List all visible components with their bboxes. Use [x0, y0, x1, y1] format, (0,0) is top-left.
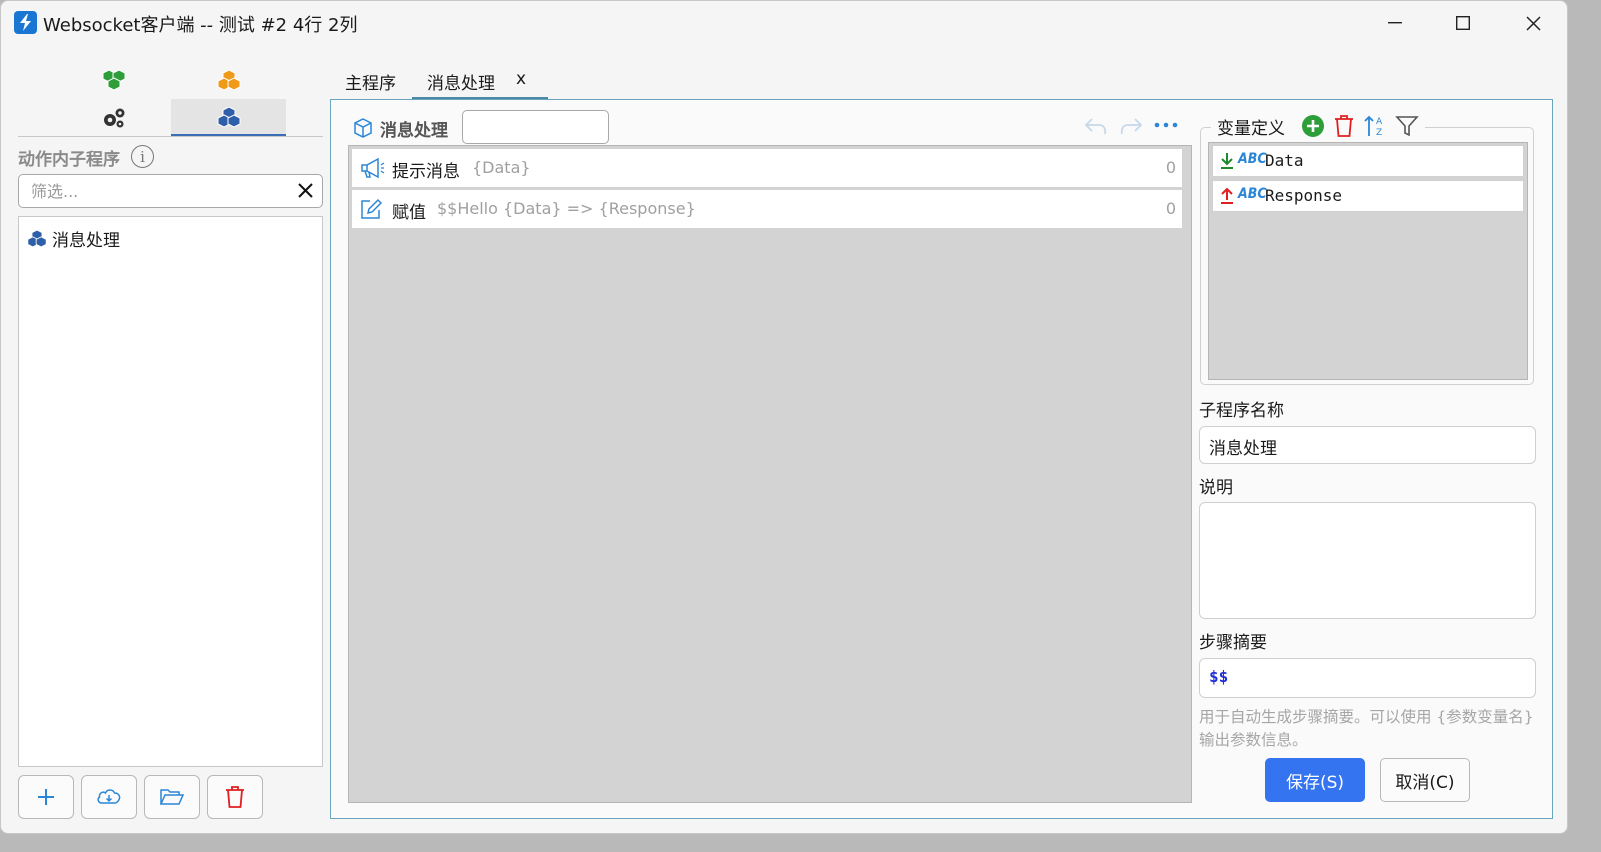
trash-icon [1335, 115, 1353, 137]
editor-panel: 消息处理 提示消息 {Data} 0 赋值 $$Hello {Data} => … [330, 99, 1553, 819]
sort-variables-button[interactable]: A Z [1363, 114, 1387, 138]
sort-az-icon: A Z [1364, 115, 1383, 138]
delete-subprogram-button[interactable] [207, 775, 263, 819]
tab-main-program[interactable]: 主程序 [345, 69, 396, 101]
step-count: 0 [1165, 158, 1176, 177]
import-cloud-button[interactable] [81, 775, 137, 819]
add-variable-button[interactable] [1301, 114, 1325, 138]
tab-green-cubes[interactable] [56, 61, 171, 99]
step-count: 0 [1165, 199, 1176, 218]
step-summary-input[interactable]: $$ [1199, 658, 1536, 698]
variable-name: Data [1265, 151, 1304, 170]
edit-icon [361, 198, 383, 219]
title-bar: Websocket客户端 -- 测试 #2 4行 2列 [1, 1, 1567, 45]
cubes-green-icon [102, 69, 125, 91]
steps-list: 提示消息 {Data} 0 赋值 $$Hello {Data} => {Resp… [348, 145, 1192, 803]
subprogram-name-label: 子程序名称 [1199, 401, 1284, 421]
string-type-icon: ABC [1238, 186, 1267, 202]
step-name: 赋值 [392, 203, 426, 223]
cloud-download-icon [97, 789, 121, 804]
left-panel-divider [18, 136, 323, 137]
cube-outline-icon [354, 118, 372, 138]
variable-list: ABC Data ABC Response [1208, 142, 1528, 380]
add-subprogram-button[interactable] [18, 775, 74, 819]
step-name: 提示消息 [392, 162, 460, 182]
window-title: Websocket客户端 -- 测试 #2 4行 2列 [43, 15, 358, 36]
svg-text:A: A [1376, 117, 1383, 127]
step-row[interactable]: 赋值 $$Hello {Data} => {Response} 0 [352, 190, 1182, 228]
maximize-button[interactable] [1428, 1, 1498, 45]
info-icon[interactable]: i [131, 145, 154, 168]
more-options-icon[interactable] [1153, 120, 1179, 130]
save-button[interactable]: 保存(S) [1265, 758, 1365, 802]
string-type-icon: ABC [1238, 151, 1267, 167]
step-summary-hint: 用于自动生成步骤摘要。可以使用 {参数变量名} 输出参数信息。 [1199, 708, 1534, 749]
open-folder-button[interactable] [144, 775, 200, 819]
tree-item-message-handler[interactable]: 消息处理 [27, 226, 120, 251]
step-summary-label: 步骤摘要 [1199, 633, 1267, 653]
redo-icon[interactable] [1118, 115, 1144, 137]
cubes-blue-icon [27, 229, 47, 248]
step-row[interactable]: 提示消息 {Data} 0 [352, 149, 1182, 187]
input-arrow-icon [1221, 153, 1233, 169]
output-arrow-icon [1221, 187, 1233, 204]
filter-variables-button[interactable] [1395, 114, 1419, 138]
subprogram-section-title: 动作内子程序 [18, 150, 120, 170]
step-summary-value: $$ [1209, 667, 1229, 686]
tab-gears[interactable] [56, 99, 171, 137]
variable-legend: 变量定义 [1217, 118, 1285, 139]
filter-icon [1395, 116, 1419, 137]
step-description: {Data} [472, 158, 531, 177]
tree-item-label: 消息处理 [52, 231, 120, 251]
trash-icon [226, 786, 244, 808]
add-icon [38, 789, 54, 805]
steps-title: 消息处理 [380, 121, 448, 141]
subprogram-name-value: 消息处理 [1209, 439, 1277, 459]
tab-orange-cubes[interactable] [171, 61, 286, 99]
clear-filter-icon[interactable] [297, 182, 314, 199]
cubes-blue-icon [217, 105, 240, 128]
subprogram-tree: 消息处理 [18, 216, 323, 767]
minimize-button[interactable] [1360, 1, 1430, 45]
subprogram-name-input[interactable]: 消息处理 [1199, 426, 1536, 464]
left-panel-tabs [56, 61, 286, 137]
folder-open-icon [159, 789, 185, 805]
variable-toolbar: 变量定义 A Z [1211, 111, 1425, 141]
gears-icon [103, 108, 124, 128]
description-label: 说明 [1199, 478, 1233, 498]
variable-row[interactable]: ABC Response [1212, 180, 1524, 212]
description-textarea[interactable] [1199, 502, 1536, 619]
variable-name: Response [1265, 186, 1343, 205]
app-logo-icon [14, 11, 37, 34]
step-description: $$Hello {Data} => {Response} [437, 199, 696, 218]
delete-variable-button[interactable] [1333, 114, 1355, 138]
add-circle-icon [1302, 115, 1324, 137]
app-window: Websocket客户端 -- 测试 #2 4行 2列 动作内子程序 i 筛选.… [0, 0, 1568, 834]
steps-search-input[interactable] [462, 110, 609, 144]
tab-blue-cubes[interactable] [171, 99, 286, 137]
megaphone-icon [361, 157, 385, 179]
cancel-button[interactable]: 取消(C) [1380, 758, 1470, 802]
filter-input[interactable] [31, 175, 291, 207]
svg-text:Z: Z [1376, 128, 1382, 138]
cubes-orange-icon [217, 69, 240, 91]
filter-field [18, 174, 323, 208]
variable-row[interactable]: ABC Data [1212, 145, 1524, 177]
close-window-button[interactable] [1498, 1, 1567, 45]
undo-icon[interactable] [1083, 115, 1109, 137]
